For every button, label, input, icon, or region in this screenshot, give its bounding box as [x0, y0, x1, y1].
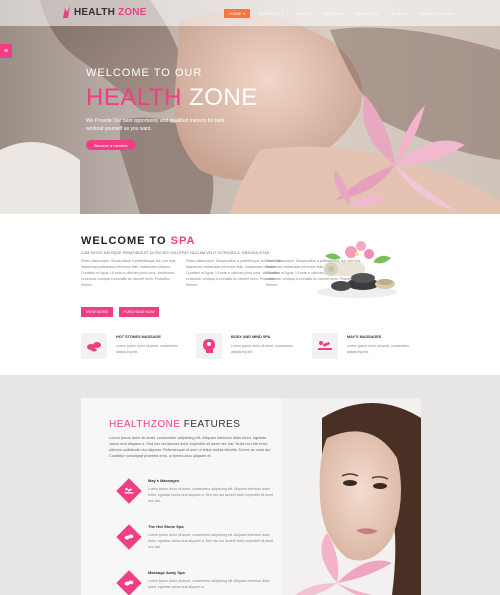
- feature-item-title: May's Massages: [148, 478, 180, 483]
- feature-item-title: The Hot Stone Spa: [148, 524, 184, 529]
- massage-icon: [312, 333, 338, 359]
- features-title-pink: HEALTHZONE: [109, 419, 181, 430]
- spa-title-prefix: WELCOME TO: [81, 235, 167, 247]
- logo-icon: [63, 6, 70, 18]
- features-title: HEALTHZONE FEATURES: [109, 419, 240, 430]
- spa-title-pink: SPA: [170, 235, 196, 247]
- spa-section-title: WELCOME TO SPA: [81, 235, 195, 247]
- service-body-mind[interactable]: BODY AND MIND SPA Lorem ipsum dolor sit …: [196, 333, 306, 361]
- side-menu-tab[interactable]: ≡: [0, 44, 12, 58]
- feature-item[interactable]: May's Massages Lorem ipsum dolor sit ame…: [115, 478, 285, 518]
- hot-stones-icon: [120, 574, 138, 592]
- hero-title-pink: HEALTH: [86, 84, 182, 111]
- service-hot-stones[interactable]: HOT STONES MASSAGE Lorem ipsum dolor sit…: [81, 333, 191, 361]
- massage-icon: [120, 482, 138, 500]
- site-header: HEALTH ZONE HOME ▾ SERVICES ▾ ABOUT PAGE…: [0, 0, 500, 26]
- service-mays-massages[interactable]: MAY'S MASSAGES Lorem ipsum dolor sit ame…: [312, 333, 422, 361]
- feature-item[interactable]: The Hot Stone Spa Lorem ipsum dolor sit …: [115, 524, 285, 564]
- main-nav: HOME ▾ SERVICES ▾ ABOUT PAGES ▾ GALLERY …: [224, 9, 459, 18]
- logo[interactable]: HEALTH ZONE: [62, 6, 147, 18]
- nav-blog[interactable]: BLOG ▾: [387, 9, 412, 18]
- feature-item-text: Lorem ipsum dolor sit amet, consectetur …: [148, 533, 274, 549]
- hero-title-white: ZONE: [189, 84, 258, 111]
- hot-stones-icon: [120, 528, 138, 546]
- become-member-button[interactable]: Become a member: [86, 140, 136, 150]
- nav-about[interactable]: ABOUT: [292, 9, 317, 18]
- hot-stones-icon: [81, 333, 107, 359]
- features-title-rest: FEATURES: [183, 419, 241, 430]
- service-text: Lorem ipsum dolor sit amet, consectetur …: [347, 344, 410, 354]
- nav-shortcodes[interactable]: SHORTCODES ▾: [415, 9, 459, 18]
- purchase-now-button[interactable]: PURCHASE NOW: [119, 307, 159, 317]
- service-title: BODY AND MIND SPA: [231, 335, 271, 339]
- hero-description: We Provide Our best opportunity and qual…: [86, 118, 225, 132]
- hero-welcome: WELCOME TO OUR: [86, 67, 203, 79]
- nav-services[interactable]: SERVICES ▾: [253, 9, 288, 18]
- feature-item-text: Lorem ipsum dolor sit amet, consectetur …: [148, 579, 270, 589]
- service-text: Lorem ipsum dolor sit amet, consectetur …: [116, 344, 179, 354]
- hero-title: HEALTH ZONE: [86, 84, 258, 112]
- nav-home[interactable]: HOME ▾: [224, 9, 251, 18]
- feature-item[interactable]: Massage Away Spa Lorem ipsum dolor sit a…: [115, 570, 285, 595]
- feature-item-text: Lorem ipsum dolor sit amet, consectetur …: [148, 487, 274, 503]
- service-title: MAY'S MASSAGES: [347, 335, 382, 339]
- service-text: Lorem ipsum dolor sit amet, consectetur …: [231, 344, 294, 354]
- nav-gallery[interactable]: GALLERY ▾: [350, 9, 383, 18]
- logo-word-health: HEALTH: [74, 6, 116, 18]
- nav-pages[interactable]: PAGES ▾: [319, 9, 347, 18]
- feature-item-title: Massage Away Spa: [148, 570, 185, 575]
- hamburger-icon: ≡: [3, 47, 9, 55]
- hero-banner: ≡ WELCOME TO OUR HEALTH ZONE We Provide …: [0, 0, 500, 214]
- features-description: Lorem ipsum dolor sit amet, consectetur …: [109, 436, 272, 458]
- service-title: HOT STONES MASSAGE: [116, 335, 161, 339]
- spa-subheading: CUM SOCIIS NATOQUE PENATIBUS ET ULTRICIE…: [81, 251, 271, 255]
- view-more-button[interactable]: VIEW MORE: [81, 307, 113, 317]
- spa-stones-image: [317, 241, 397, 298]
- head-icon: [196, 333, 222, 359]
- woman-portrait-image: [282, 398, 421, 595]
- logo-word-zone: ZONE: [118, 6, 147, 18]
- spa-text-column-1: Etiam ullamcorper. Suspendisse a pellent…: [81, 259, 177, 287]
